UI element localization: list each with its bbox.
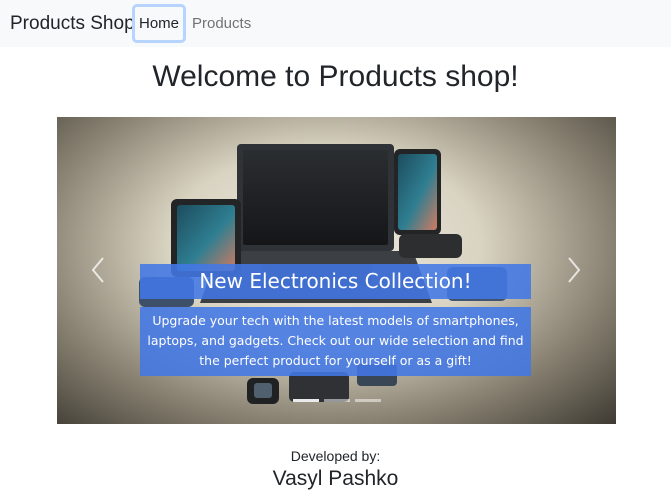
chevron-right-icon bbox=[568, 257, 581, 283]
carousel-caption-text: Upgrade your tech with the latest models… bbox=[140, 307, 531, 376]
carousel-prev-button[interactable] bbox=[78, 255, 118, 285]
nav-link-home[interactable]: Home bbox=[132, 4, 186, 43]
carousel-indicators bbox=[262, 399, 412, 405]
carousel-indicator-2[interactable] bbox=[324, 399, 350, 402]
developer-name: Vasyl Pashko bbox=[272, 467, 399, 490]
page-heading: Welcome to Products shop! bbox=[152, 60, 519, 93]
nav-link-products[interactable]: Products bbox=[192, 15, 251, 32]
carousel-next-button[interactable] bbox=[554, 255, 594, 285]
developer-label: Developed by: bbox=[290, 448, 381, 464]
carousel-caption-title: New Electronics Collection! bbox=[140, 264, 531, 299]
chevron-left-icon bbox=[91, 257, 104, 283]
navbar: Products Shop Home Products bbox=[0, 0, 671, 47]
carousel-indicator-3[interactable] bbox=[355, 399, 381, 402]
navbar-brand[interactable]: Products Shop bbox=[10, 13, 135, 35]
carousel-indicator-1[interactable] bbox=[293, 399, 319, 402]
